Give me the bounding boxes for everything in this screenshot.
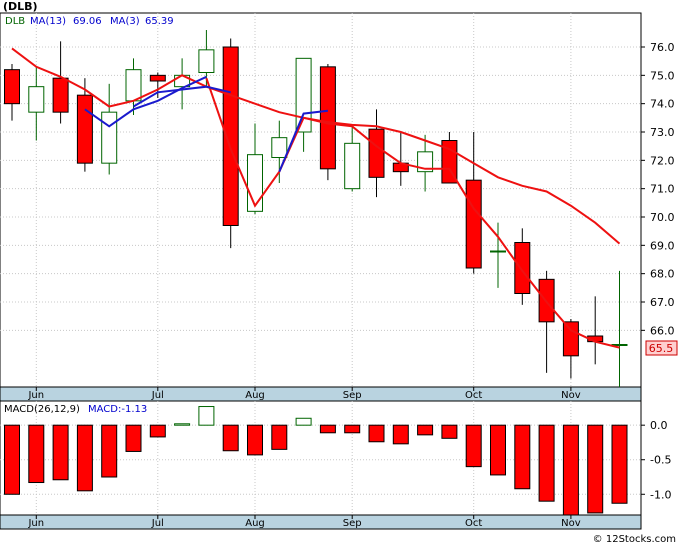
candle-body-up (295, 57, 312, 133)
macd-bar (149, 424, 166, 438)
macd-bar (417, 424, 434, 436)
stock-chart: 66.0 67.0 68.0 69.0 70.0 71.0 72.0 73.0 74.0 75.0… (0, 0, 680, 546)
candle-body-up (490, 250, 506, 253)
macd-bar (319, 424, 336, 434)
macd-bar (538, 424, 555, 502)
watermark: © 12Stocks.com (593, 534, 676, 545)
last-price-label: 65.5 (649, 342, 674, 355)
macd-x-tick-label: Jun (27, 518, 44, 529)
candle-body-up (344, 142, 361, 190)
macd-x-tick-label: Jul (151, 518, 164, 529)
price-x-tick-label: Jul (151, 390, 164, 401)
macd-y-tick-label: -0.5 (650, 454, 671, 467)
macd-bar (247, 424, 263, 456)
candle-body-up (271, 137, 288, 159)
price-y-tick-label: 68.0 (650, 268, 675, 281)
price-y-tick-label: 76.0 (650, 41, 675, 54)
candle-body-down (319, 66, 336, 170)
macd-bar (101, 424, 118, 478)
macd-bar (125, 424, 142, 452)
legend-ma3-value: 65.39 (145, 16, 174, 27)
price-legend: DLB MA(13) 69.06 MA(3) 65.39 (5, 16, 174, 27)
macd-bar (392, 424, 409, 445)
candle (222, 38, 239, 249)
price-x-axis-band (0, 386, 642, 402)
macd-y-tick-label: -1.0 (650, 488, 671, 501)
price-y-tick-label: 66.0 (650, 324, 675, 337)
macd-x-tick-label: Sep (343, 518, 362, 529)
price-y-tick-label: 69.0 (650, 239, 675, 252)
candle-body-down (465, 179, 482, 269)
price-y-tick-label: 73.0 (650, 126, 675, 139)
candle-body-up (198, 49, 215, 73)
macd-bar (198, 406, 215, 426)
macd-bar (222, 424, 239, 452)
price-x-tick-label: Oct (465, 390, 482, 401)
macd-bar (76, 424, 93, 492)
candle-body-down (514, 242, 531, 294)
chart-title: (DLB) (3, 0, 38, 13)
macd-bar (4, 424, 20, 495)
price-y-tick-label: 67.0 (650, 296, 675, 309)
macd-x-tick-label: Oct (465, 518, 482, 529)
macd-bar (28, 424, 45, 484)
macd-bar (587, 424, 604, 514)
candle-body-down (368, 128, 385, 178)
price-y-tick-label: 75.0 (650, 69, 675, 82)
candle-body-down (562, 321, 579, 357)
macd-bar (344, 424, 361, 434)
macd-legend-label: MACD(26,12,9) (4, 404, 80, 415)
candle-body-up (28, 86, 45, 113)
macd-legend-value: MACD:-1.13 (88, 404, 147, 415)
price-x-tick-label: Aug (245, 390, 265, 401)
candle-body-down (4, 69, 20, 105)
macd-y-tick-label: 0.0 (650, 419, 668, 432)
legend-ma13-label: MA(13) (30, 16, 66, 27)
macd-bar (295, 417, 312, 426)
candle-body-down (52, 77, 69, 113)
price-y-tick-label: 74.0 (650, 98, 675, 111)
candle-body-up (247, 154, 263, 212)
macd-bar (465, 424, 482, 468)
macd-bar (271, 424, 288, 450)
macd-bar (490, 424, 506, 476)
price-y-tick-label: 70.0 (650, 211, 675, 224)
macd-x-tick-label: Aug (245, 518, 265, 529)
macd-bar (52, 424, 69, 481)
macd-legend: MACD(26,12,9) MACD:-1.13 (4, 404, 147, 415)
candle-body-up (101, 111, 118, 164)
macd-bar (562, 424, 579, 516)
legend-ma3-label: MA(3) (110, 16, 140, 27)
price-y-tick-label: 71.0 (650, 183, 675, 196)
legend-ma13-value: 69.06 (73, 16, 102, 27)
candle-body-down (76, 94, 93, 164)
price-y-tick-label: 72.0 (650, 154, 675, 167)
macd-bar (368, 424, 385, 443)
macd-bar (514, 424, 531, 490)
price-x-tick-label: Nov (561, 390, 581, 401)
price-x-tick-label: Jun (27, 390, 44, 401)
macd-bar (611, 424, 628, 504)
candle-body-up (125, 69, 142, 102)
last-price-marker: 65.5 (645, 340, 678, 356)
macd-bar (174, 423, 191, 426)
macd-x-tick-label: Nov (561, 518, 581, 529)
price-x-tick-label: Sep (343, 390, 362, 401)
macd-x-axis-band (0, 514, 642, 530)
macd-bar (441, 424, 458, 439)
legend-ticker: DLB (5, 16, 25, 27)
candle-body-down (149, 74, 166, 82)
